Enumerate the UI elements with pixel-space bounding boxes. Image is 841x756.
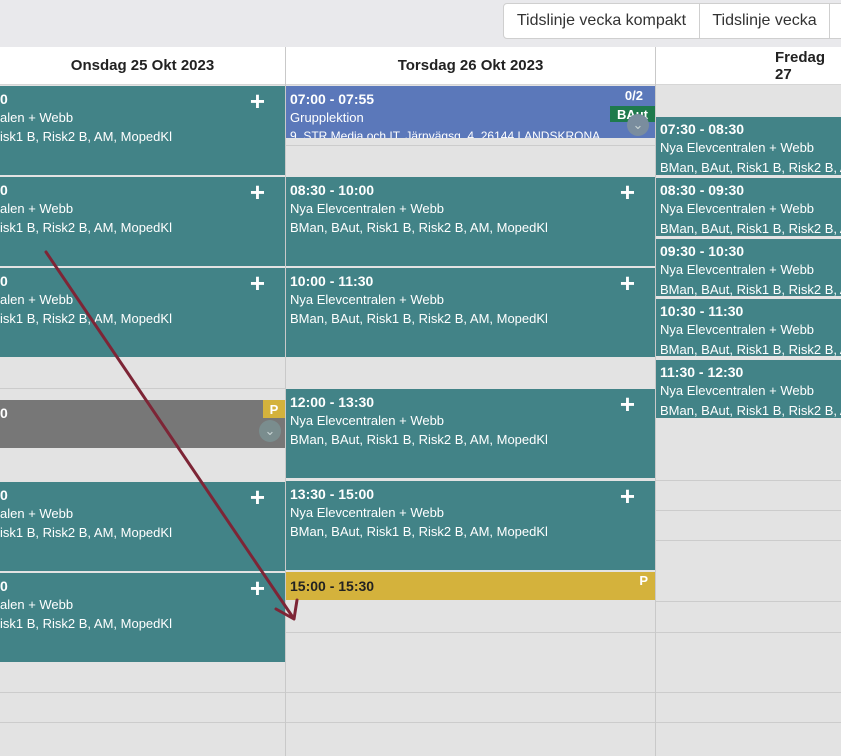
event-card[interactable]: 12:00 - 13:30 Nya Elevcentralen + Webb B… (286, 389, 655, 478)
event-categories: isk1 B, Risk2 B, AM, MopedKl (0, 311, 172, 326)
event-title: alen + Webb (0, 506, 74, 521)
grid-line (656, 601, 841, 602)
event-time: 07:00 - 07:55 (290, 91, 375, 107)
event-time: 0 (0, 91, 8, 107)
event-location: 9. STR Media och IT, Järnvägsg. 4, 26144… (290, 129, 601, 138)
grid-line (286, 632, 655, 633)
event-card[interactable]: 08:30 - 10:00 Nya Elevcentralen + Webb B… (286, 177, 655, 266)
day-label: Onsdag 25 Okt 2023 (70, 57, 215, 74)
event-categories: BMan, BAut, Risk1 B, Risk2 B, AM (660, 403, 841, 418)
add-booking-icon[interactable]: + (620, 270, 635, 296)
private-badge: P (639, 573, 648, 588)
event-categories: BMan, BAut, Risk1 B, Risk2 B, AM, MopedK… (290, 432, 548, 447)
event-title: alen + Webb (0, 201, 74, 216)
add-booking-icon[interactable]: + (620, 391, 635, 417)
event-categories: isk1 B, Risk2 B, AM, MopedKl (0, 220, 172, 235)
event-time: 08:30 - 09:30 (660, 182, 745, 198)
event-card-private[interactable]: 15:00 - 15:30 P (286, 572, 655, 600)
event-card[interactable]: 10:00 - 11:30 Nya Elevcentralen + Webb B… (286, 268, 655, 357)
event-card[interactable]: 0 alen + Webb isk1 B, Risk2 B, AM, Moped… (0, 482, 285, 571)
event-time: 10:00 - 11:30 (290, 273, 374, 289)
event-time: 09:30 - 10:30 (660, 243, 745, 259)
day-header-friday: Fredag 27 (656, 47, 841, 85)
event-time: 0 (0, 273, 8, 289)
event-title: Nya Elevcentralen + Webb (660, 262, 815, 277)
event-time: 0 (0, 182, 8, 198)
add-booking-icon[interactable]: + (250, 179, 265, 205)
event-card[interactable]: 10:30 - 11:30 Nya Elevcentralen + Webb B… (656, 299, 841, 356)
event-card[interactable]: 11:30 - 12:30 Nya Elevcentralen + Webb B… (656, 360, 841, 418)
event-card[interactable]: 0 alen + Webb isk1 B, Risk2 B, AM, Moped… (0, 268, 285, 357)
event-categories: isk1 B, Risk2 B, AM, MopedKl (0, 525, 172, 540)
event-time: 0 (0, 578, 8, 594)
event-time: 12:00 - 13:30 (290, 394, 375, 410)
day-header-wednesday: Onsdag 25 Okt 2023 (0, 47, 285, 85)
view-compact-week-button[interactable]: Tidslinje vecka kompakt (503, 3, 700, 39)
grid-line (656, 480, 841, 481)
event-time: 07:30 - 08:30 (660, 121, 745, 137)
add-booking-icon[interactable]: + (620, 179, 635, 205)
grid-line (656, 540, 841, 541)
toolbar: Tidslinje vecka kompakt Tidslinje vecka (0, 0, 841, 47)
grid-line (656, 510, 841, 511)
chevron-down-icon[interactable]: ⌄ (259, 420, 281, 442)
add-booking-icon[interactable]: + (620, 483, 635, 509)
event-categories: isk1 B, Risk2 B, AM, MopedKl (0, 616, 172, 631)
event-card[interactable]: 07:30 - 08:30 Nya Elevcentralen + Webb B… (656, 117, 841, 175)
event-categories: BMan, BAut, Risk1 B, Risk2 B, AM, MopedK… (290, 524, 548, 539)
event-title: Nya Elevcentralen + Webb (290, 505, 445, 520)
event-title: Nya Elevcentralen + Webb (660, 140, 815, 155)
event-categories: BMan, BAut, Risk1 B, Risk2 B, AM (660, 342, 841, 356)
day-label: Fredag 27 (775, 48, 826, 83)
event-title: alen + Webb (0, 292, 74, 307)
grid-line (0, 722, 841, 723)
event-title: Nya Elevcentralen + Webb (660, 322, 815, 337)
add-booking-icon[interactable]: + (250, 270, 265, 296)
event-title: Nya Elevcentralen + Webb (290, 201, 445, 216)
add-booking-icon[interactable]: + (250, 575, 265, 601)
event-title: Nya Elevcentralen + Webb (660, 201, 815, 216)
event-categories: BMan, BAut, Risk1 B, Risk2 B, AM (660, 221, 841, 236)
event-card[interactable]: 0 alen + Webb isk1 B, Risk2 B, AM, Moped… (0, 86, 285, 175)
grid-line (0, 388, 285, 389)
event-time: 15:00 - 15:30 (290, 578, 375, 594)
event-categories: BMan, BAut, Risk1 B, Risk2 B, AM, MopedK… (290, 311, 548, 326)
event-card[interactable]: 09:30 - 10:30 Nya Elevcentralen + Webb B… (656, 239, 841, 296)
participant-count: 0/2 (624, 88, 643, 103)
event-categories: isk1 B, Risk2 B, AM, MopedKl (0, 129, 172, 144)
event-time: 11:30 - 12:30 (660, 364, 744, 380)
add-booking-icon[interactable]: + (250, 88, 265, 114)
day-label: Torsdag 26 Okt 2023 (397, 57, 544, 74)
event-time: 10:30 - 11:30 (660, 303, 744, 319)
event-card[interactable]: 0 alen + Webb isk1 B, Risk2 B, AM, Moped… (0, 177, 285, 266)
add-booking-icon[interactable]: + (250, 484, 265, 510)
event-time: 08:30 - 10:00 (290, 182, 375, 198)
event-title: Nya Elevcentralen + Webb (660, 383, 815, 398)
event-time: 13:30 - 15:00 (290, 486, 375, 502)
grid-line (286, 145, 655, 146)
event-time: 0 (0, 405, 8, 421)
chevron-down-icon[interactable]: ⌄ (627, 114, 649, 136)
event-card[interactable]: 08:30 - 09:30 Nya Elevcentralen + Webb B… (656, 178, 841, 236)
event-title: Nya Elevcentralen + Webb (290, 413, 445, 428)
event-card[interactable]: 0 alen + Webb isk1 B, Risk2 B, AM, Moped… (0, 573, 285, 662)
event-categories: BMan, BAut, Risk1 B, Risk2 B, AM (660, 160, 841, 175)
grid-line (656, 632, 841, 633)
event-card-group-lesson[interactable]: 07:00 - 07:55 Grupplektion 9. STR Media … (286, 86, 655, 138)
view-week-button[interactable]: Tidslinje vecka (699, 3, 830, 39)
grid-line (0, 692, 841, 693)
event-time: 0 (0, 487, 8, 503)
event-title: alen + Webb (0, 597, 74, 612)
day-header-thursday: Torsdag 26 Okt 2023 (286, 47, 655, 85)
private-badge: P (263, 400, 285, 418)
event-title: alen + Webb (0, 110, 74, 125)
event-categories: BMan, BAut, Risk1 B, Risk2 B, AM (660, 282, 841, 296)
event-card-private[interactable]: 0 P ⌄ (0, 400, 285, 448)
event-title: Nya Elevcentralen + Webb (290, 292, 445, 307)
event-categories: BMan, BAut, Risk1 B, Risk2 B, AM, MopedK… (290, 220, 548, 235)
event-card[interactable]: 13:30 - 15:00 Nya Elevcentralen + Webb B… (286, 481, 655, 570)
event-title: Grupplektion (290, 110, 364, 125)
view-more-button[interactable] (829, 3, 841, 39)
